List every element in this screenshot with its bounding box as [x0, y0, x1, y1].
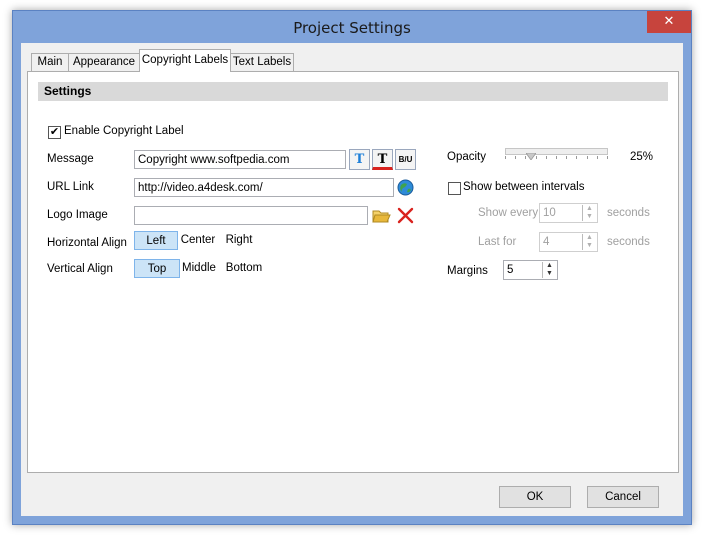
- valign-top-option[interactable]: Top: [134, 259, 180, 278]
- show-every-stepper[interactable]: 10 ▲ ▼: [539, 203, 598, 223]
- enable-copyright-label: Enable Copyright Label: [64, 125, 184, 137]
- opacity-tick: [566, 156, 568, 159]
- margins-value: 5: [507, 264, 514, 276]
- last-for-label: Last for: [478, 236, 517, 248]
- spin-down-icon[interactable]: ▼: [543, 270, 556, 278]
- spin-up-icon[interactable]: ▲: [583, 234, 596, 242]
- opacity-tick: [505, 156, 506, 159]
- enable-copyright-checkbox[interactable]: ✔: [48, 126, 61, 139]
- close-button[interactable]: ✕: [647, 11, 691, 33]
- tab-main[interactable]: Main: [31, 53, 69, 71]
- opacity-slider-thumb[interactable]: [524, 149, 537, 161]
- opacity-tick: [576, 156, 578, 159]
- cancel-button[interactable]: Cancel: [587, 486, 659, 508]
- valign-middle-option[interactable]: Middle: [181, 259, 217, 278]
- margins-spin-arrows[interactable]: ▲ ▼: [542, 262, 556, 278]
- show-every-spin-arrows[interactable]: ▲ ▼: [582, 205, 596, 221]
- margins-stepper[interactable]: 5 ▲ ▼: [503, 260, 558, 280]
- folder-open-icon[interactable]: [371, 206, 392, 226]
- url-link-input[interactable]: http://video.a4desk.com/: [134, 178, 394, 197]
- margins-label: Margins: [447, 265, 488, 277]
- show-intervals-checkbox[interactable]: [448, 182, 461, 195]
- spin-down-icon[interactable]: ▼: [583, 242, 596, 250]
- last-for-spin-arrows[interactable]: ▲ ▼: [582, 234, 596, 250]
- window-title: Project Settings: [293, 19, 411, 37]
- opacity-tick: [515, 156, 517, 159]
- logo-image-input[interactable]: [134, 206, 368, 225]
- title-bar[interactable]: Project Settings ✕: [13, 11, 691, 43]
- opacity-tick: [556, 156, 557, 159]
- opacity-label: Opacity: [447, 151, 486, 163]
- show-intervals-label: Show between intervals: [463, 181, 585, 193]
- horizontal-align-label: Horizontal Align: [47, 237, 127, 249]
- url-link-label: URL Link: [47, 181, 94, 193]
- last-for-value: 4: [543, 236, 550, 248]
- opacity-slider[interactable]: [505, 148, 608, 155]
- ok-button[interactable]: OK: [499, 486, 571, 508]
- logo-image-label: Logo Image: [47, 209, 108, 221]
- dialog-client: Main Appearance Copyright Labels Text La…: [21, 43, 683, 516]
- opacity-tick: [535, 156, 537, 159]
- tab-text-labels[interactable]: Text Labels: [230, 53, 294, 71]
- opacity-tick: [545, 156, 547, 159]
- valign-bottom-option[interactable]: Bottom: [224, 259, 264, 278]
- tab-appearance[interactable]: Appearance: [68, 53, 140, 71]
- opacity-value: 25%: [630, 151, 654, 163]
- dialog-window: Project Settings ✕ Main Appearance Copyr…: [12, 10, 692, 525]
- text-color-icon[interactable]: T: [372, 149, 393, 170]
- copyright-labels-panel: Settings ✔ Enable Copyright Label Messag…: [27, 71, 679, 473]
- tab-copyright-labels[interactable]: Copyright Labels: [139, 49, 231, 72]
- delete-x-icon[interactable]: [395, 205, 416, 226]
- globe-icon[interactable]: [397, 179, 414, 196]
- message-label: Message: [47, 153, 94, 165]
- opacity-tick: [596, 156, 598, 159]
- font-icon[interactable]: T: [349, 149, 370, 170]
- spin-up-icon[interactable]: ▲: [543, 262, 556, 270]
- close-icon: ✕: [663, 14, 675, 29]
- vertical-align-label: Vertical Align: [47, 263, 113, 275]
- message-input[interactable]: Copyright www.softpedia.com: [134, 150, 346, 169]
- opacity-tick: [586, 156, 588, 159]
- halign-right-option[interactable]: Right: [221, 231, 257, 250]
- show-every-unit: seconds: [607, 207, 650, 219]
- last-for-unit: seconds: [607, 236, 650, 248]
- opacity-tick: [525, 156, 527, 159]
- halign-center-option[interactable]: Center: [179, 231, 217, 250]
- spin-up-icon[interactable]: ▲: [583, 205, 596, 213]
- spin-down-icon[interactable]: ▼: [583, 213, 596, 221]
- halign-left-option[interactable]: Left: [134, 231, 178, 250]
- show-every-label: Show every: [478, 207, 539, 219]
- settings-header: Settings: [38, 82, 668, 101]
- opacity-tick: [607, 156, 608, 159]
- last-for-stepper[interactable]: 4 ▲ ▼: [539, 232, 598, 252]
- text-style-icon[interactable]: B/U: [395, 149, 416, 170]
- show-every-value: 10: [543, 207, 556, 219]
